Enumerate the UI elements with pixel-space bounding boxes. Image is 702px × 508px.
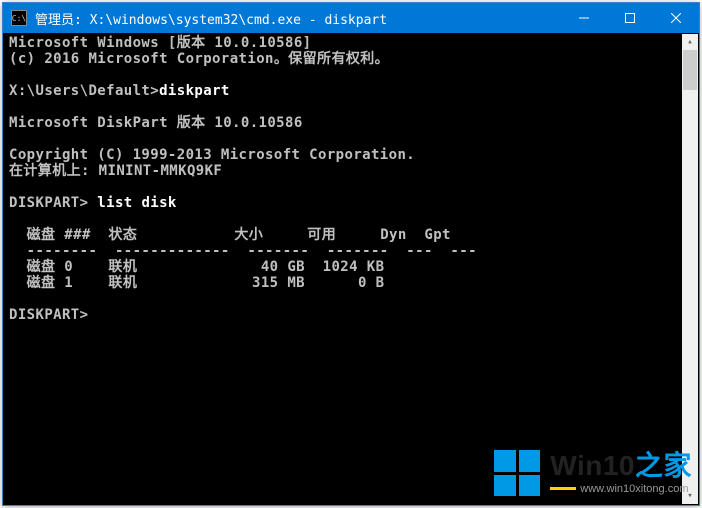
prompt-path: X:\Users\Default> bbox=[9, 83, 159, 99]
diskpart-host: 在计算机上: MININT-MMKQ9KF bbox=[9, 163, 222, 179]
watermark: Win10之家 www.win10xitong.com bbox=[494, 450, 692, 496]
line-version: Microsoft Windows [版本 10.0.10586] bbox=[9, 35, 312, 51]
terminal-output[interactable]: Microsoft Windows [版本 10.0.10586] (c) 20… bbox=[3, 33, 699, 325]
scroll-track[interactable] bbox=[682, 50, 698, 488]
cmd-window: C:\ 管理员: X:\windows\system32\cmd.exe - d… bbox=[2, 2, 700, 506]
disk-table-divider: -------- ------------- ------- ------- -… bbox=[9, 243, 477, 259]
maximize-button[interactable] bbox=[607, 3, 653, 33]
accent-dash-icon bbox=[550, 487, 576, 490]
disk-row: 磁盘 0 联机 40 GB 1024 KB bbox=[9, 259, 384, 275]
diskpart-version: Microsoft DiskPart 版本 10.0.10586 bbox=[9, 115, 303, 131]
watermark-text: Win10之家 www.win10xitong.com bbox=[550, 452, 692, 495]
diskpart-prompt: DISKPART> bbox=[9, 195, 97, 211]
scroll-up-button[interactable]: ▴ bbox=[682, 34, 698, 50]
minimize-button[interactable] bbox=[561, 3, 607, 33]
windows-logo-icon bbox=[494, 450, 540, 496]
window-title: 管理员: X:\windows\system32\cmd.exe - diskp… bbox=[27, 9, 561, 28]
diskpart-copyright: Copyright (C) 1999-2013 Microsoft Corpor… bbox=[9, 147, 415, 163]
close-button[interactable] bbox=[653, 3, 699, 33]
prompt-cmd: diskpart bbox=[159, 83, 230, 99]
cmd-icon: C:\ bbox=[11, 10, 27, 26]
diskpart-cmd: list disk bbox=[97, 195, 176, 211]
diskpart-prompt: DISKPART> bbox=[9, 307, 97, 323]
vertical-scrollbar[interactable]: ▴ ▾ bbox=[682, 34, 698, 504]
window-controls bbox=[561, 3, 699, 33]
scroll-thumb[interactable] bbox=[683, 50, 697, 90]
brand-name: Win10之家 bbox=[550, 452, 692, 480]
disk-row: 磁盘 1 联机 315 MB 0 B bbox=[9, 275, 384, 291]
brand-url: www.win10xitong.com bbox=[580, 483, 688, 495]
titlebar[interactable]: C:\ 管理员: X:\windows\system32\cmd.exe - d… bbox=[3, 3, 699, 33]
line-copyright: (c) 2016 Microsoft Corporation。保留所有权利。 bbox=[9, 51, 389, 67]
disk-table-header: 磁盘 ### 状态 大小 可用 Dyn Gpt bbox=[9, 227, 451, 243]
